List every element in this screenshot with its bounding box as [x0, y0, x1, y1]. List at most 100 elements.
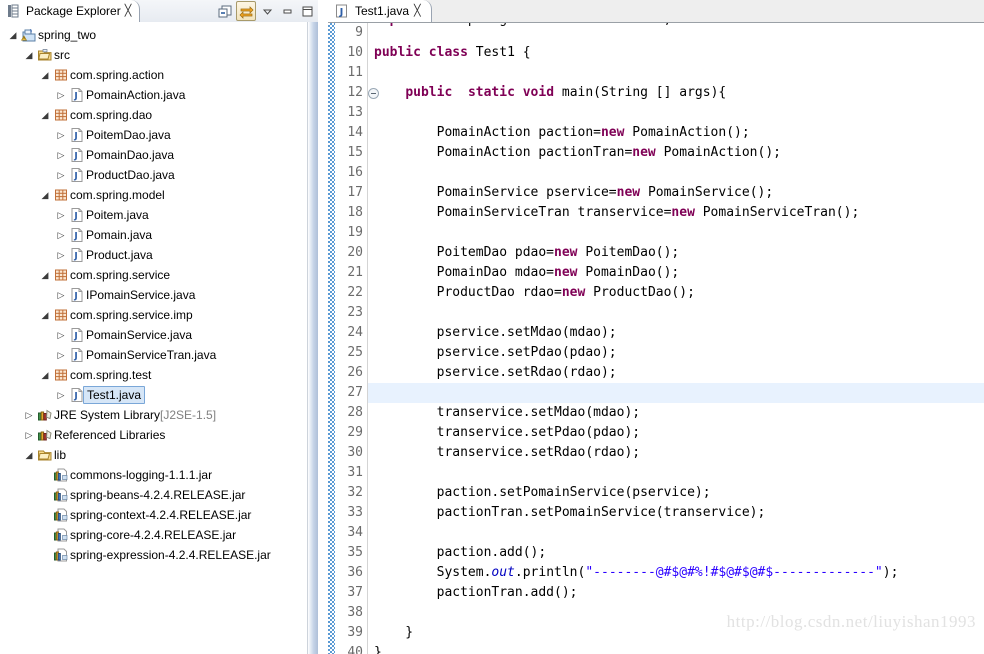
- line-number: 30: [347, 445, 363, 460]
- tree-item[interactable]: ▷ J PomainDao.java: [0, 145, 307, 165]
- java-file-icon: J: [68, 167, 86, 183]
- expand-arrow-closed-icon[interactable]: ▷: [54, 125, 68, 145]
- watermark-text: http://blog.csdn.net/liuyishan1993: [726, 612, 976, 631]
- expand-arrow-open-icon[interactable]: ◢: [6, 25, 20, 45]
- tree-item-selected[interactable]: ▷ J Test1.java: [0, 385, 307, 405]
- tab-package-explorer[interactable]: Package Explorer ╳: [0, 0, 141, 24]
- expand-arrow-open-icon[interactable]: ◢: [38, 305, 52, 325]
- expand-arrow-closed-icon[interactable]: ▷: [54, 225, 68, 245]
- tree-item[interactable]: commons-logging-1.1.1.jar: [0, 465, 307, 485]
- editor-text-area[interactable]: import com.spring.action.PomainAction; 9…: [328, 23, 984, 654]
- expand-arrow-open-icon[interactable]: ◢: [38, 265, 52, 285]
- jar-icon: [52, 507, 70, 523]
- expand-arrow-closed-icon[interactable]: ▷: [54, 165, 68, 185]
- tree-item[interactable]: ◢ lib: [0, 445, 307, 465]
- tree-item[interactable]: ▷ J Product.java: [0, 245, 307, 265]
- tree-item[interactable]: ▷ JRE System Library [J2SE-1.5]: [0, 405, 307, 425]
- expand-arrow-closed-icon[interactable]: ▷: [22, 425, 36, 445]
- java-file-icon: J: [68, 347, 86, 363]
- java-file-icon: J: [332, 4, 350, 18]
- line-number: 12: [347, 85, 363, 100]
- java-file-icon: J: [68, 147, 86, 163]
- tree-item[interactable]: spring-expression-4.2.4.RELEASE.jar: [0, 545, 307, 565]
- line-number: 18: [347, 205, 363, 220]
- expand-arrow-closed-icon[interactable]: ▷: [22, 405, 36, 425]
- expand-arrow-closed-icon[interactable]: ▷: [54, 245, 68, 265]
- collapse-all-icon[interactable]: [216, 2, 234, 20]
- view-sash-divider[interactable]: [308, 22, 318, 654]
- expand-arrow-closed-icon[interactable]: ▷: [54, 85, 68, 105]
- line-number: 10: [347, 45, 363, 60]
- tab-test1-java[interactable]: J Test1.java ╳: [328, 0, 432, 22]
- expand-arrow-closed-icon[interactable]: ▷: [54, 145, 68, 165]
- expand-arrow-closed-icon[interactable]: ▷: [54, 205, 68, 225]
- expand-arrow-closed-icon[interactable]: ▷: [54, 345, 68, 365]
- tree-item[interactable]: ◢ com.spring.test: [0, 365, 307, 385]
- tree-item[interactable]: spring-context-4.2.4.RELEASE.jar: [0, 505, 307, 525]
- source-folder-icon: [36, 47, 54, 63]
- tree-item[interactable]: ◢ com.spring.service.imp: [0, 305, 307, 325]
- tree-item[interactable]: spring-beans-4.2.4.RELEASE.jar: [0, 485, 307, 505]
- link-with-editor-icon[interactable]: [236, 1, 256, 21]
- tree-item-label: com.spring.dao: [70, 108, 153, 122]
- code-line: PomainDao mdao=new PomainDao();: [374, 265, 680, 280]
- tree-item[interactable]: ◢ com.spring.dao: [0, 105, 307, 125]
- code-line: pservice.setMdao(mdao);: [374, 325, 617, 340]
- code-line: PomainAction paction=new PomainAction();: [374, 125, 750, 140]
- line-number: 26: [347, 365, 363, 380]
- close-icon[interactable]: ╳: [414, 5, 421, 17]
- code-line: transervice.setMdao(mdao);: [374, 405, 641, 420]
- tree-item-label: com.spring.service.imp: [70, 308, 193, 322]
- tree-item[interactable]: ◢ spring_two: [0, 25, 307, 45]
- tree-item-label: spring-beans-4.2.4.RELEASE.jar: [70, 488, 246, 502]
- tree-item[interactable]: ▷ J Poitem.java: [0, 205, 307, 225]
- chevron-down-icon[interactable]: [258, 2, 276, 20]
- expand-arrow-closed-icon[interactable]: ▷: [54, 385, 68, 405]
- code-line: pservice.setRdao(rdao);: [374, 365, 617, 380]
- tree-item-label: spring-core-4.2.4.RELEASE.jar: [70, 528, 237, 542]
- tree-item-label: IPomainService.java: [86, 288, 196, 302]
- expand-arrow-open-icon[interactable]: ◢: [38, 65, 52, 85]
- tree-item[interactable]: ◢ com.spring.model: [0, 185, 307, 205]
- line-number: 35: [347, 545, 363, 560]
- expand-arrow-open-icon[interactable]: ◢: [22, 445, 36, 465]
- expand-arrow-open-icon[interactable]: ◢: [22, 45, 36, 65]
- expand-arrow-open-icon[interactable]: ◢: [38, 185, 52, 205]
- expand-arrow-closed-icon[interactable]: ▷: [54, 285, 68, 305]
- code-line: pactionTran.add();: [374, 585, 578, 600]
- tree-item[interactable]: ▷ J Pomain.java: [0, 225, 307, 245]
- expand-arrow-closed-icon[interactable]: ▷: [54, 325, 68, 345]
- tree-item[interactable]: ▷ J PoitemDao.java: [0, 125, 307, 145]
- editor-tab-label: Test1.java: [355, 4, 410, 18]
- tree-item[interactable]: ◢ com.spring.action: [0, 65, 307, 85]
- expand-arrow-open-icon[interactable]: ◢: [38, 365, 52, 385]
- no-arrow-spacer: [38, 545, 52, 565]
- tree-item[interactable]: spring-core-4.2.4.RELEASE.jar: [0, 525, 307, 545]
- maximize-icon[interactable]: [298, 2, 316, 20]
- no-arrow-spacer: [38, 465, 52, 485]
- tree-item[interactable]: ▷ J PomainAction.java: [0, 85, 307, 105]
- tree-item-label: spring_two: [38, 28, 97, 42]
- minimize-icon[interactable]: [278, 2, 296, 20]
- close-icon[interactable]: ╳: [125, 5, 132, 17]
- tree-item[interactable]: ▷ J PomainService.java: [0, 325, 307, 345]
- package-icon: [52, 267, 70, 283]
- tree-item-label: lib: [54, 448, 67, 462]
- line-number: 11: [347, 65, 363, 80]
- java-file-icon: J: [68, 87, 86, 103]
- java-file-icon: J: [68, 227, 86, 243]
- tree-item-label: src: [54, 48, 70, 62]
- expand-arrow-open-icon[interactable]: ◢: [38, 105, 52, 125]
- tree-item[interactable]: ▷ J PomainServiceTran.java: [0, 345, 307, 365]
- tree-item[interactable]: ▷ J ProductDao.java: [0, 165, 307, 185]
- tree-item[interactable]: ▷ J IPomainService.java: [0, 285, 307, 305]
- line-number: 13: [347, 105, 363, 120]
- package-explorer-tree-body[interactable]: ◢ spring_two ◢ src ◢ com.spring.action ▷ J Pomai…: [0, 22, 308, 654]
- source-code: public class Test1 { public static void …: [368, 23, 984, 654]
- tree-item[interactable]: ◢ com.spring.service: [0, 265, 307, 285]
- tree-item[interactable]: ▷ Referenced Libraries: [0, 425, 307, 445]
- code-line: PomainAction pactionTran=new PomainActio…: [374, 145, 781, 160]
- tree-item[interactable]: ◢ src: [0, 45, 307, 65]
- library-icon: [36, 427, 54, 443]
- java-editor: J Test1.java ╳ import com.spring.action.…: [328, 0, 984, 654]
